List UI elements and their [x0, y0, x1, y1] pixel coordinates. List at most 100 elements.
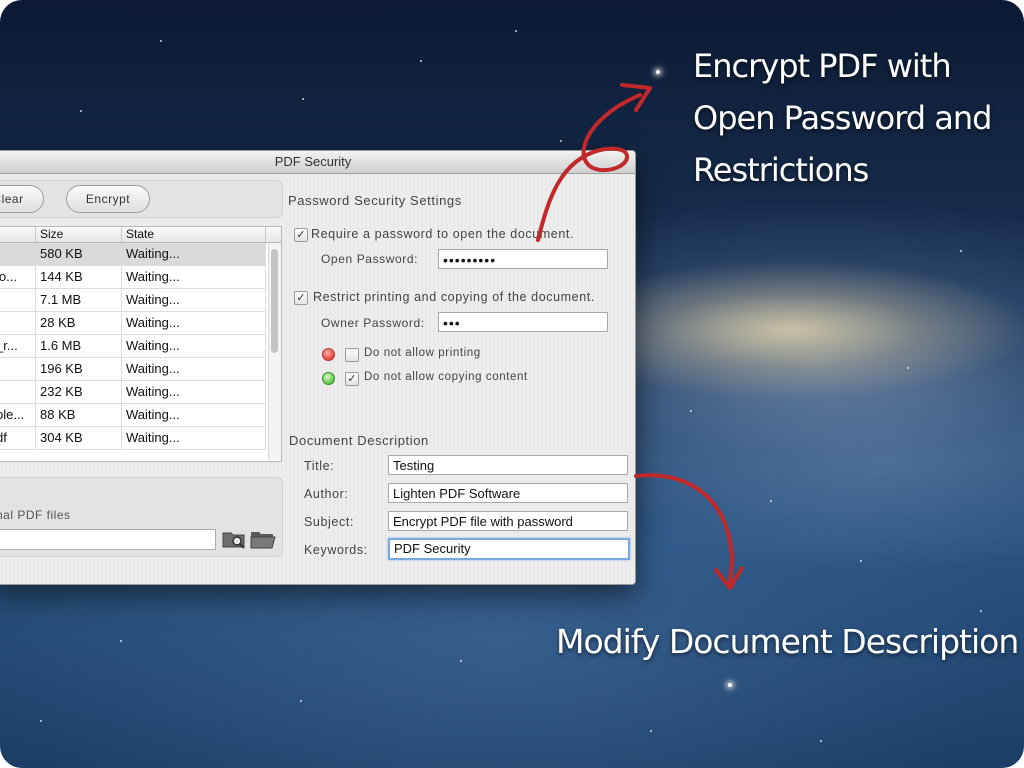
cell-state: Waiting...: [122, 312, 266, 334]
table-row[interactable]: ble... 88 KB Waiting...: [0, 404, 266, 427]
restrict-label: Restrict printing and copying of the doc…: [313, 290, 595, 304]
star: [40, 720, 42, 722]
title-field[interactable]: Testing: [388, 455, 628, 475]
table-row[interactable]: _r... 1.6 MB Waiting...: [0, 335, 266, 358]
status-green-icon: [322, 372, 335, 385]
cell-name: io...: [0, 266, 36, 288]
cell-size: 7.1 MB: [36, 289, 122, 311]
table-row[interactable]: 580 KB Waiting...: [0, 243, 266, 266]
cell-size: 232 KB: [36, 381, 122, 403]
no-copy-label: Do not allow copying content: [364, 371, 528, 383]
cell-state: Waiting...: [122, 335, 266, 357]
restrict-checkbox[interactable]: ✓: [294, 291, 308, 305]
table-row[interactable]: 232 KB Waiting...: [0, 381, 266, 404]
column-header-state[interactable]: State: [122, 227, 266, 242]
column-header-size[interactable]: Size: [36, 227, 122, 242]
star: [656, 70, 660, 74]
star: [80, 110, 82, 112]
caption-line: Open Password and: [693, 99, 992, 137]
star: [907, 367, 909, 369]
author-label: Author:: [304, 487, 349, 501]
star: [980, 610, 982, 612]
output-group: nal PDF files: [0, 477, 283, 557]
cell-state: Waiting...: [122, 404, 266, 426]
owner-password-label: Owner Password:: [321, 316, 425, 330]
cell-size: 196 KB: [36, 358, 122, 380]
cell-size: 28 KB: [36, 312, 122, 334]
pdf-security-window: PDF Security Clear Encrypt Size State 58…: [0, 150, 636, 585]
cell-name: [0, 312, 36, 334]
keywords-label: Keywords:: [304, 543, 368, 557]
table-row[interactable]: df 304 KB Waiting...: [0, 427, 266, 450]
toolbar: Clear Encrypt: [0, 180, 283, 218]
open-password-field[interactable]: •••••••••: [438, 249, 608, 269]
subject-label: Subject:: [304, 515, 354, 529]
title-label: Title:: [304, 459, 335, 473]
encrypt-button[interactable]: Encrypt: [66, 185, 150, 213]
column-header-name[interactable]: [0, 227, 36, 242]
star: [820, 740, 822, 742]
cell-name: [0, 289, 36, 311]
cell-name: [0, 381, 36, 403]
table-row[interactable]: 7.1 MB Waiting...: [0, 289, 266, 312]
star: [460, 660, 462, 662]
cell-name: ble...: [0, 404, 36, 426]
require-open-password-label: Require a password to open the document.: [311, 227, 575, 241]
cell-name: df: [0, 427, 36, 449]
cell-state: Waiting...: [122, 266, 266, 288]
keywords-field[interactable]: PDF Security: [388, 538, 630, 560]
star: [120, 640, 122, 642]
folder-icon[interactable]: [250, 528, 276, 550]
cell-state: Waiting...: [122, 427, 266, 449]
output-label: nal PDF files: [0, 508, 71, 522]
file-table: Size State 580 KB Waiting... io... 144 K…: [0, 226, 282, 462]
no-print-checkbox[interactable]: [345, 348, 359, 362]
table-row[interactable]: 196 KB Waiting...: [0, 358, 266, 381]
search-folder-icon[interactable]: [222, 528, 248, 550]
star: [420, 60, 422, 62]
cell-size: 304 KB: [36, 427, 122, 449]
subject-field[interactable]: Encrypt PDF file with password: [388, 511, 628, 531]
clear-button[interactable]: Clear: [0, 185, 44, 213]
caption-line: Encrypt PDF with: [693, 47, 952, 85]
star: [728, 683, 732, 687]
cell-size: 144 KB: [36, 266, 122, 288]
star: [650, 730, 652, 732]
cell-name: [0, 243, 36, 265]
feature-caption-description: Modify Document Description: [556, 622, 1019, 661]
cell-state: Waiting...: [122, 358, 266, 380]
caption-line: Restrictions: [693, 151, 869, 189]
cell-state: Waiting...: [122, 289, 266, 311]
star: [960, 250, 962, 252]
scrollbar-thumb[interactable]: [271, 249, 278, 353]
table-row[interactable]: 28 KB Waiting...: [0, 312, 266, 335]
feature-caption-encrypt: Encrypt PDF with Open Password and Restr…: [693, 40, 1013, 196]
owner-password-field[interactable]: •••: [438, 312, 608, 332]
star: [770, 500, 772, 502]
window-title: PDF Security: [0, 151, 635, 174]
no-print-label: Do not allow printing: [364, 347, 481, 359]
cell-state: Waiting...: [122, 243, 266, 265]
output-path-input[interactable]: [0, 529, 216, 550]
table-body: 580 KB Waiting... io... 144 KB Waiting..…: [0, 243, 266, 450]
cell-name: [0, 358, 36, 380]
star: [690, 410, 692, 412]
cell-name: _r...: [0, 335, 36, 357]
star: [860, 560, 862, 562]
star: [302, 98, 304, 100]
cell-size: 88 KB: [36, 404, 122, 426]
document-description-heading: Document Description: [289, 433, 429, 448]
no-copy-checkbox[interactable]: ✓: [345, 372, 359, 386]
table-header: Size State: [0, 227, 281, 243]
star: [515, 30, 517, 32]
status-red-icon: [322, 348, 335, 361]
cell-size: 1.6 MB: [36, 335, 122, 357]
author-field[interactable]: Lighten PDF Software: [388, 483, 628, 503]
open-password-label: Open Password:: [321, 252, 419, 266]
table-scrollbar[interactable]: [268, 243, 281, 460]
password-settings-heading: Password Security Settings: [288, 193, 462, 208]
star: [160, 40, 162, 42]
require-open-password-checkbox[interactable]: ✓: [294, 228, 308, 242]
star: [300, 700, 302, 702]
table-row[interactable]: io... 144 KB Waiting...: [0, 266, 266, 289]
